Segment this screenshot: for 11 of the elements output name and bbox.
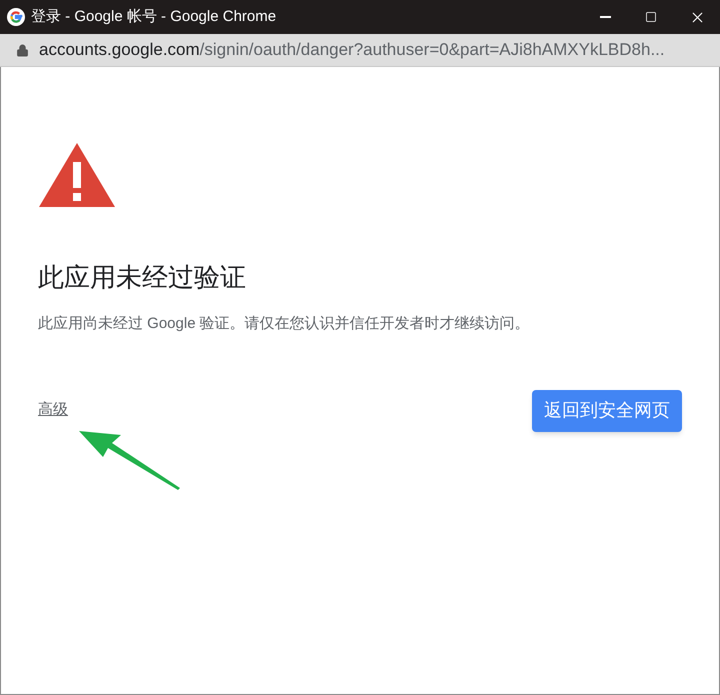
page-heading: 此应用未经过验证 xyxy=(38,261,247,294)
advanced-link[interactable]: 高级 xyxy=(38,399,68,422)
lock-icon xyxy=(16,44,29,56)
back-to-safety-button[interactable]: 返回到安全网页 xyxy=(532,390,682,432)
maximize-icon xyxy=(645,11,657,23)
minimize-icon xyxy=(600,16,610,18)
window-title: 登录 - Google 帐号 - Google Chrome xyxy=(31,6,276,27)
warning-icon xyxy=(38,142,116,208)
description-text: 此应用尚未经过 Google 验证。请仅在您认识并信任开发者时才继续访问。 xyxy=(38,314,531,334)
google-logo-icon xyxy=(7,8,25,26)
url-text: accounts.google.com/signin/oauth/danger?authuser=0&part=AJi8hAMXYkLBD8h... xyxy=(39,39,665,62)
